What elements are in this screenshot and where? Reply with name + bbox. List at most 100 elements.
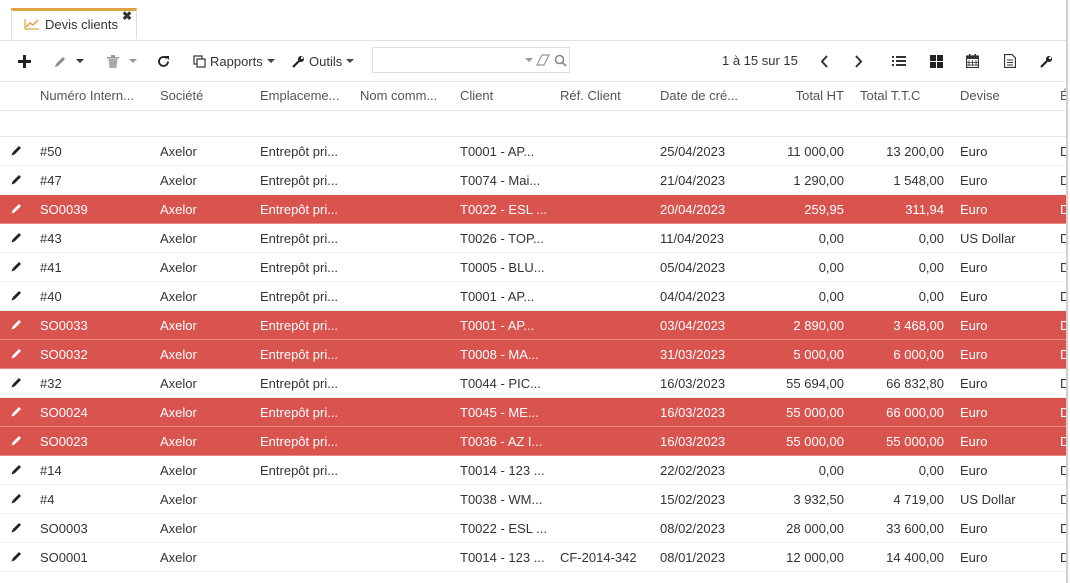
reports-menu[interactable]: Rapports (193, 41, 275, 81)
pencil-icon[interactable] (10, 463, 23, 479)
table-row[interactable]: SO0033 Axelor Entrepôt pri... T0001 - AP...… (0, 311, 1066, 340)
search-icon[interactable] (554, 54, 567, 67)
new-button[interactable] (18, 41, 31, 81)
chevron-down-icon[interactable] (76, 59, 84, 63)
table-row[interactable]: #50 Axelor Entrepôt pri... T0001 - AP... 25/… (0, 137, 1066, 166)
cell-total-ttc: 0,00 (918, 260, 944, 275)
cell-nom-commercial (360, 369, 450, 398)
table-row[interactable]: SO0039 Axelor Entrepôt pri... T0022 - ESL .… (0, 195, 1066, 224)
cell-numero: SO0024 (40, 405, 88, 420)
cell-ref-client (560, 427, 655, 456)
column-header-nom-commercial[interactable]: Nom comm... (360, 82, 450, 110)
edit-button[interactable] (54, 41, 84, 81)
cell-nom-commercial (360, 137, 450, 166)
chevron-down-icon (266, 59, 275, 63)
table-row[interactable]: #43 Axelor Entrepôt pri... T0026 - TOP... 11… (0, 224, 1066, 253)
cell-total-ht: 259,95 (804, 202, 844, 217)
column-header-total-ttc[interactable]: Total T.T.C (860, 82, 930, 110)
table-row[interactable]: SO0001 Axelor T0014 - 123 ... CF-2014-342 08… (0, 543, 1066, 572)
search-input[interactable] (377, 51, 521, 71)
cell-client: T0014 - 123 ... (460, 463, 545, 478)
cell-date: 05/04/2023 (660, 260, 726, 275)
cell-total-ht: 55 694,00 (786, 376, 844, 391)
pencil-icon[interactable] (10, 202, 23, 218)
cell-emplacement: Entrepôt pri... (260, 405, 339, 420)
chevron-left-icon (820, 54, 828, 68)
chevron-down-icon (346, 59, 355, 63)
cell-emplacement (260, 514, 350, 543)
cell-total-ttc: 13 200,00 (886, 144, 944, 159)
table-row[interactable]: #14 Axelor Entrepôt pri... T0014 - 123 ... 2… (0, 456, 1066, 485)
pencil-icon[interactable] (10, 289, 23, 305)
tab-devis-clients[interactable]: Devis clients ✖ (11, 8, 137, 39)
eraser-icon[interactable] (536, 54, 550, 67)
cell-devise: Euro (960, 260, 988, 275)
cell-total-ht: 1 290,00 (793, 173, 844, 188)
pencil-icon[interactable] (10, 144, 23, 160)
search-box[interactable] (372, 47, 570, 73)
pencil-icon[interactable] (10, 318, 23, 334)
pencil-icon[interactable] (10, 405, 23, 421)
tools-menu[interactable]: Outils (292, 41, 355, 81)
cell-numero: #47 (40, 173, 62, 188)
cell-total-ht: 11 000,00 (787, 144, 844, 159)
card-view-button[interactable] (930, 41, 943, 81)
next-page-button[interactable] (854, 41, 863, 81)
table-row[interactable]: #41 Axelor Entrepôt pri... T0005 - BLU... 05… (0, 253, 1066, 282)
pencil-icon[interactable] (10, 173, 23, 189)
delete-button[interactable] (107, 41, 137, 81)
pencil-icon[interactable] (10, 434, 23, 450)
cell-total-ttc: 1 548,00 (893, 173, 944, 188)
cell-date: 15/02/2023 (660, 492, 726, 507)
pencil-icon[interactable] (10, 347, 23, 363)
table-row[interactable]: #40 Axelor Entrepôt pri... T0001 - AP... 04/… (0, 282, 1066, 311)
form-view-button[interactable] (1004, 41, 1016, 81)
cell-societe: Axelor (160, 231, 197, 246)
chevron-down-icon[interactable] (525, 58, 533, 62)
list-view-button[interactable] (892, 41, 906, 81)
column-header-client[interactable]: Client (460, 82, 550, 110)
calendar-view-button[interactable] (966, 41, 979, 81)
column-header-emplacement[interactable]: Emplaceme... (260, 82, 350, 110)
refresh-button[interactable] (157, 41, 170, 81)
cell-total-ht: 55 000,00 (786, 434, 844, 449)
document-icon (1004, 54, 1016, 68)
column-header-total-ht[interactable]: Total HT (760, 82, 860, 110)
pencil-icon[interactable] (10, 376, 23, 392)
column-header-societe[interactable]: Société (160, 82, 250, 110)
cell-numero: #50 (40, 144, 62, 159)
cell-total-ttc: 55 000,00 (886, 434, 944, 449)
pencil-icon[interactable] (10, 521, 23, 537)
table-row[interactable]: #47 Axelor Entrepôt pri... T0074 - Mai... 21… (0, 166, 1066, 195)
table-row[interactable]: #32 Axelor Entrepôt pri... T0044 - PIC... 16… (0, 369, 1066, 398)
pencil-icon[interactable] (10, 550, 23, 566)
column-header-devise[interactable]: Devise (960, 82, 1050, 110)
prev-page-button[interactable] (820, 41, 829, 81)
cell-emplacement (260, 485, 350, 514)
cell-devise: Euro (960, 144, 988, 159)
cell-societe: Axelor (160, 173, 197, 188)
cell-total-ttc: 33 600,00 (886, 521, 944, 536)
pencil-icon[interactable] (10, 231, 23, 247)
column-header-etat[interactable]: É (1060, 82, 1066, 110)
table-row[interactable]: #4 Axelor T0038 - WM... 15/02/2023 3 932,50 4… (0, 485, 1066, 514)
column-header-ref-client[interactable]: Réf. Client (560, 82, 650, 110)
table-row[interactable]: SO0032 Axelor Entrepôt pri... T0008 - MA...… (0, 340, 1066, 369)
customize-button[interactable] (1040, 41, 1053, 81)
chevron-down-icon[interactable] (129, 59, 137, 63)
list-icon (892, 56, 906, 66)
table-row[interactable]: SO0023 Axelor Entrepôt pri... T0036 - AZ I.… (0, 427, 1066, 456)
cell-emplacement: Entrepôt pri... (260, 289, 339, 304)
table-row[interactable]: SO0024 Axelor Entrepôt pri... T0045 - ME...… (0, 398, 1066, 427)
cell-date: 31/03/2023 (660, 347, 726, 362)
cell-etat: D (1060, 289, 1066, 304)
cell-etat: D (1060, 173, 1066, 188)
trash-icon (107, 54, 119, 68)
cell-client: T0022 - ESL ... (460, 521, 547, 536)
close-icon[interactable]: ✖ (122, 9, 132, 23)
table-row[interactable]: SO0003 Axelor T0022 - ESL ... 08/02/2023 28 … (0, 514, 1066, 543)
pencil-icon[interactable] (10, 492, 23, 508)
column-header-date[interactable]: Date de cré... (660, 82, 750, 110)
column-header-numero[interactable]: Numéro Intern... (40, 82, 150, 110)
pencil-icon[interactable] (10, 260, 23, 276)
